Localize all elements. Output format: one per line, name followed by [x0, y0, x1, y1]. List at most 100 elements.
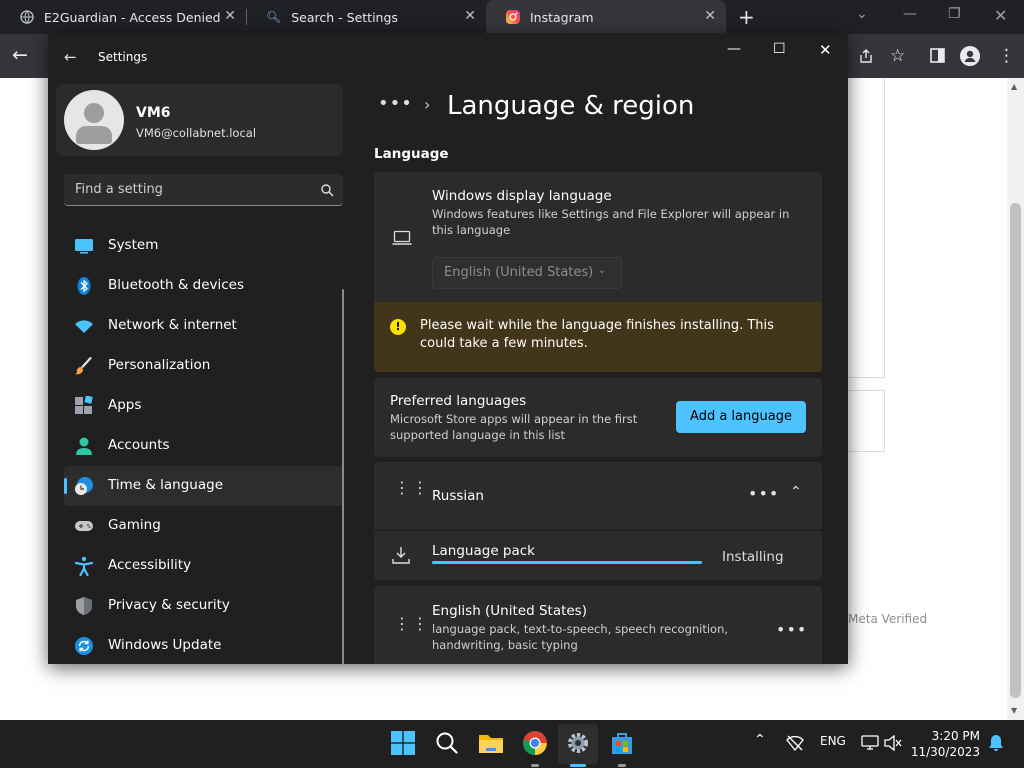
input-language-indicator[interactable]: ENG	[820, 734, 846, 748]
drag-handle-icon[interactable]: ⋮⋮	[394, 480, 430, 496]
settings-app-title: Settings	[98, 50, 148, 64]
search-icon[interactable]	[434, 730, 460, 756]
more-options-icon[interactable]: •••	[748, 484, 779, 503]
download-icon	[392, 547, 410, 564]
file-explorer-icon[interactable]	[478, 730, 504, 756]
settings-window: ← Settings — ☐ ✕ VM6 VM6@collabnet.local…	[48, 33, 848, 664]
display-icon[interactable]	[861, 735, 879, 751]
gamepad-icon	[75, 521, 93, 531]
tab-e2guardian[interactable]: E2Guardian - Access Denied ✕	[0, 0, 246, 34]
scroll-up-icon[interactable]: ▲	[1011, 82, 1017, 91]
active-indicator	[570, 764, 586, 767]
browser-menu-icon[interactable]: ⋮	[998, 46, 1015, 66]
windows-start-icon[interactable]	[390, 730, 416, 756]
microsoft-store-icon[interactable]	[609, 730, 635, 756]
close-tab-icon[interactable]: ✕	[464, 8, 476, 24]
settings-maximize-button[interactable]: ☐	[773, 41, 786, 57]
avatar	[64, 90, 124, 150]
bluetooth-icon	[77, 277, 91, 295]
nav-item-gaming[interactable]: Gaming	[64, 506, 343, 546]
settings-sidebar: VM6 VM6@collabnet.local Find a setting S…	[48, 81, 353, 664]
page-scrollbar[interactable]: ▲ ▼	[1007, 78, 1024, 720]
nav-label: Bluetooth & devices	[108, 277, 245, 293]
nav-item-apps[interactable]: Apps	[64, 386, 343, 426]
nav-label: Apps	[108, 397, 142, 413]
nav-label: Privacy & security	[108, 597, 230, 613]
speaker-muted-icon[interactable]	[884, 735, 902, 751]
add-language-button[interactable]: Add a language	[676, 401, 806, 433]
back-arrow-icon[interactable]: ←	[12, 44, 28, 66]
chrome-icon[interactable]	[522, 730, 548, 756]
nav-item-accounts[interactable]: Accounts	[64, 426, 343, 466]
selected-indicator	[64, 478, 67, 494]
settings-close-button[interactable]: ✕	[819, 41, 832, 59]
web-page-panel	[848, 78, 885, 378]
close-tab-icon[interactable]: ✕	[224, 8, 236, 24]
nav-item-time-language[interactable]: Time & language	[64, 466, 343, 506]
nav-label: Windows Update	[108, 637, 222, 653]
search-placeholder: Find a setting	[75, 182, 163, 197]
scroll-down-icon[interactable]: ▼	[1011, 706, 1017, 715]
tab-instagram[interactable]: Instagram ✕	[486, 0, 726, 34]
share-icon[interactable]	[858, 48, 874, 64]
wifi-icon	[75, 320, 93, 333]
system-icon	[75, 239, 93, 254]
clock-date: 11/30/2023	[910, 745, 980, 759]
system-clock[interactable]: 3:20 PM 11/30/2023	[911, 728, 980, 760]
dropdown-value: English (United States)	[444, 265, 594, 280]
running-indicator	[618, 764, 626, 767]
more-options-icon[interactable]: •••	[776, 620, 807, 639]
find-setting-search-input[interactable]: Find a setting	[64, 174, 343, 206]
search-icon: 🔍︎	[266, 10, 282, 24]
nav-item-privacy[interactable]: Privacy & security	[64, 586, 343, 626]
breadcrumb-more-button[interactable]: •••	[378, 93, 413, 114]
settings-gear-icon[interactable]	[565, 730, 591, 756]
display-language-dropdown[interactable]: English (United States) ⌄	[432, 257, 622, 289]
settings-back-button[interactable]: ←	[64, 48, 77, 66]
browser-minimize-button[interactable]: —	[903, 6, 917, 22]
notification-bell-icon[interactable]	[988, 734, 1004, 752]
running-indicator	[531, 764, 539, 767]
breadcrumb-chevron-icon: ›	[424, 95, 431, 114]
nav-item-system[interactable]: System	[64, 226, 343, 266]
show-hidden-icons-chevron-icon[interactable]: ⌃	[754, 732, 766, 748]
language-row-russian[interactable]: ⋮⋮ Russian ••• ⌃	[374, 462, 822, 529]
nav-label: Network & internet	[108, 317, 237, 333]
browser-restore-button[interactable]: ❐	[948, 6, 961, 22]
tab-search-settings[interactable]: 🔍︎ Search - Settings ✕	[246, 0, 486, 34]
settings-minimize-button[interactable]: —	[727, 41, 741, 57]
globe-icon	[20, 10, 34, 24]
language-pack-progress-bar	[432, 561, 702, 564]
language-name: Russian	[432, 488, 484, 504]
bookmark-star-icon[interactable]: ☆	[890, 46, 905, 66]
tab-title: E2Guardian - Access Denied	[44, 9, 221, 25]
new-tab-button[interactable]: +	[738, 5, 755, 29]
sidebar-scrollbar[interactable]	[342, 289, 344, 664]
nav-item-windows-update[interactable]: Windows Update	[64, 626, 343, 664]
preferred-languages-card: Preferred languages Microsoft Store apps…	[374, 378, 822, 457]
page-title: Language & region	[447, 91, 695, 121]
chevron-up-icon[interactable]: ⌃	[790, 484, 802, 500]
clock-globe-icon	[75, 477, 93, 495]
drag-handle-icon[interactable]: ⋮⋮	[394, 616, 430, 632]
display-language-desc: Windows features like Settings and File …	[432, 207, 790, 237]
close-tab-icon[interactable]: ✕	[704, 8, 716, 24]
scroll-thumb[interactable]	[1010, 203, 1021, 698]
clock-time: 3:20 PM	[931, 729, 980, 743]
tab-search-chevron-icon[interactable]: ⌄	[856, 6, 868, 22]
nav-item-accessibility[interactable]: Accessibility	[64, 546, 343, 586]
user-profile-card[interactable]: VM6 VM6@collabnet.local	[56, 84, 343, 156]
browser-close-button[interactable]: ✕	[994, 6, 1007, 25]
language-row-english[interactable]: ⋮⋮ English (United States) language pack…	[374, 586, 822, 664]
profile-avatar-icon[interactable]	[960, 46, 980, 66]
preferred-title: Preferred languages	[390, 393, 527, 409]
tab-title: Search - Settings	[291, 9, 398, 25]
side-panel-icon[interactable]	[930, 48, 945, 63]
nav-item-network[interactable]: Network & internet	[64, 306, 343, 346]
update-icon	[75, 637, 93, 655]
nav-item-bluetooth[interactable]: Bluetooth & devices	[64, 266, 343, 306]
accessibility-icon	[74, 556, 94, 576]
nav-item-personalization[interactable]: Personalization	[64, 346, 343, 386]
network-disconnected-icon[interactable]	[786, 735, 804, 751]
user-email: VM6@collabnet.local	[136, 126, 257, 140]
